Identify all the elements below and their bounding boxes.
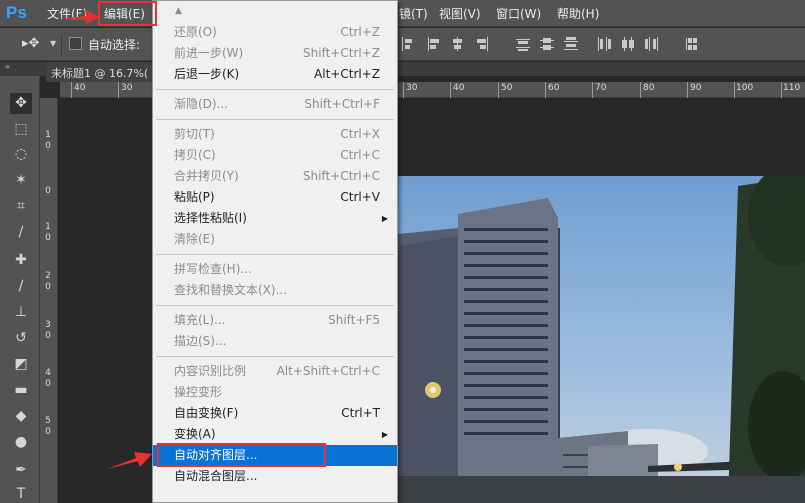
document-tab[interactable]: 未标题1 @ 16.7%( — [46, 62, 156, 82]
menu-item-stroke[interactable]: 描边(S)... — [153, 331, 397, 352]
ruler-label: 1 0 — [45, 130, 51, 151]
distribute-left-icon[interactable] — [596, 36, 612, 52]
ruler-label: 80 — [643, 83, 655, 93]
lasso-tool-icon[interactable]: ◌ — [10, 144, 32, 165]
document-photo[interactable] — [398, 176, 805, 503]
gradient-tool-icon[interactable]: ▬ — [10, 380, 32, 401]
menu-item-auto-align-layers[interactable]: 自动对齐图层... — [153, 445, 397, 466]
align-top-icon[interactable] — [399, 36, 415, 52]
ruler-label: 70 — [595, 83, 607, 93]
menu-item-fade[interactable]: 渐隐(D)... Shift+Ctrl+F — [153, 94, 397, 115]
chevron-down-icon[interactable]: ▼ — [50, 39, 56, 48]
menu-separator — [156, 89, 394, 90]
ruler-label: 110 — [783, 83, 801, 93]
menu-item-fill[interactable]: 填充(L)... Shift+F5 — [153, 310, 397, 331]
menu-item-transform[interactable]: 变换(A) ▶ — [153, 424, 397, 445]
distribute-horizontal-centers-icon[interactable] — [620, 36, 636, 52]
menu-item-puppet-warp[interactable]: 操控变形 — [153, 382, 397, 403]
ruler-label: 0 — [45, 186, 51, 196]
align-left-edges-icon[interactable] — [426, 36, 442, 52]
healing-brush-tool-icon[interactable]: ✚ — [10, 250, 32, 271]
menu-bar: Ps 文件(F) 编辑(E) 镜(T) 视图(V) 窗口(W) 帮助(H) — [0, 0, 805, 27]
crop-tool-icon[interactable]: ⌗ — [10, 196, 32, 217]
edit-menu-dropdown: ▲ 还原(O) Ctrl+Z 前进一步(W) Shift+Ctrl+Z 后退一步(K… — [152, 0, 398, 503]
menu-separator — [156, 119, 394, 120]
menu-item-free-transform[interactable]: 自由变换(F) Ctrl+T — [153, 403, 397, 424]
ruler-label: 40 — [453, 83, 465, 93]
ruler-label: 3 0 — [45, 320, 51, 341]
distribute-vertical-centers-icon[interactable] — [539, 36, 555, 52]
menu-item-content-aware-scale[interactable]: 内容识别比例 Alt+Shift+Ctrl+C — [153, 361, 397, 382]
menu-item-check-spelling[interactable]: 拼写检查(H)... — [153, 259, 397, 280]
align-horizontal-centers-icon[interactable] — [450, 36, 466, 52]
menu-item-auto-blend-layers[interactable]: 自动混合图层... — [153, 466, 397, 487]
ruler-label: 40 — [74, 83, 86, 93]
ruler-label: 5 0 — [45, 416, 51, 437]
align-right-edges-icon[interactable] — [474, 36, 490, 52]
vertical-ruler: 1 0 0 1 0 2 0 3 0 4 0 5 0 — [40, 98, 58, 503]
menu-filter[interactable]: 镜(T) — [399, 5, 428, 22]
ruler-label: 2 0 — [45, 271, 51, 292]
brush-tool-icon[interactable]: ∕ — [10, 276, 32, 297]
ruler-label: 50 — [501, 83, 513, 93]
blur-tool-icon[interactable]: ◆ — [10, 406, 32, 427]
menu-item-copy-merged[interactable]: 合并拷贝(Y) Shift+Ctrl+C — [153, 166, 397, 187]
submenu-arrow-icon: ▶ — [381, 214, 388, 223]
eyedropper-tool-icon[interactable]: ∕ — [10, 222, 32, 243]
options-bar: ▸✥ ▼ 自动选择: — [0, 28, 805, 61]
menu-item-cut[interactable]: 剪切(T) Ctrl+X — [153, 124, 397, 145]
ruler-label: 100 — [736, 83, 754, 93]
ps-logo: Ps — [6, 3, 27, 22]
menu-item-step-backward[interactable]: 后退一步(K) Alt+Ctrl+Z — [153, 64, 397, 85]
pen-tool-icon[interactable]: ✒ — [10, 460, 32, 481]
move-tool-preset-icon[interactable]: ▸✥ — [22, 36, 39, 51]
eraser-tool-icon[interactable]: ◩ — [10, 354, 32, 375]
menu-separator — [156, 254, 394, 255]
menu-window[interactable]: 窗口(W) — [496, 5, 541, 22]
menu-item-step-forward[interactable]: 前进一步(W) Shift+Ctrl+Z — [153, 43, 397, 64]
menu-separator — [156, 305, 394, 306]
menu-file[interactable]: 文件(F) — [47, 5, 87, 22]
ruler-label: 60 — [548, 83, 560, 93]
menu-item-copy[interactable]: 拷贝(C) Ctrl+C — [153, 145, 397, 166]
auto-align-layers-icon[interactable] — [684, 36, 700, 52]
dodge-tool-icon[interactable]: ● — [10, 432, 32, 453]
auto-select-checkbox[interactable] — [69, 37, 82, 50]
marquee-tool-icon[interactable]: ⬚ — [10, 119, 32, 140]
type-tool-icon[interactable]: T — [10, 484, 32, 503]
double-chevron-icon[interactable]: » — [5, 62, 10, 71]
distribute-top-icon[interactable] — [515, 36, 531, 52]
menu-edit[interactable]: 编辑(E) — [104, 5, 145, 22]
ruler-label: 4 0 — [45, 368, 51, 389]
menu-item-find-replace-text[interactable]: 查找和替换文本(X)... — [153, 280, 397, 301]
distribute-bottom-icon[interactable] — [563, 36, 579, 52]
auto-select-label: 自动选择: — [88, 38, 141, 52]
magic-wand-tool-icon[interactable]: ✶ — [10, 170, 32, 191]
menu-separator — [156, 356, 394, 357]
menu-item-paste[interactable]: 粘贴(P) Ctrl+V — [153, 187, 397, 208]
ruler-label: 30 — [121, 83, 133, 93]
menu-item-clear[interactable]: 清除(E) — [153, 229, 397, 250]
menu-help[interactable]: 帮助(H) — [557, 5, 599, 22]
divider — [61, 34, 62, 55]
scroll-up-icon[interactable]: ▲ — [175, 6, 182, 16]
photoshop-window: Ps 文件(F) 编辑(E) 镜(T) 视图(V) 窗口(W) 帮助(H) ▸✥… — [0, 0, 805, 503]
submenu-arrow-icon: ▶ — [381, 430, 388, 439]
menu-view[interactable]: 视图(V) — [439, 5, 481, 22]
clone-stamp-tool-icon[interactable]: ⊥ — [10, 302, 32, 323]
ruler-label: 90 — [690, 83, 702, 93]
move-tool-icon[interactable]: ✥ — [10, 93, 32, 114]
menu-item-paste-special[interactable]: 选择性粘贴(I) ▶ — [153, 208, 397, 229]
menu-item-undo[interactable]: 还原(O) Ctrl+Z — [153, 22, 397, 43]
ruler-label: 1 0 — [45, 222, 51, 243]
ruler-label: 30 — [406, 83, 418, 93]
distribute-right-icon[interactable] — [644, 36, 660, 52]
history-brush-tool-icon[interactable]: ↺ — [10, 328, 32, 349]
tools-panel: ✥ ⬚ ◌ ✶ ⌗ ∕ ✚ ∕ ⊥ ↺ ◩ ▬ ◆ ● ✒ T — [0, 76, 40, 503]
